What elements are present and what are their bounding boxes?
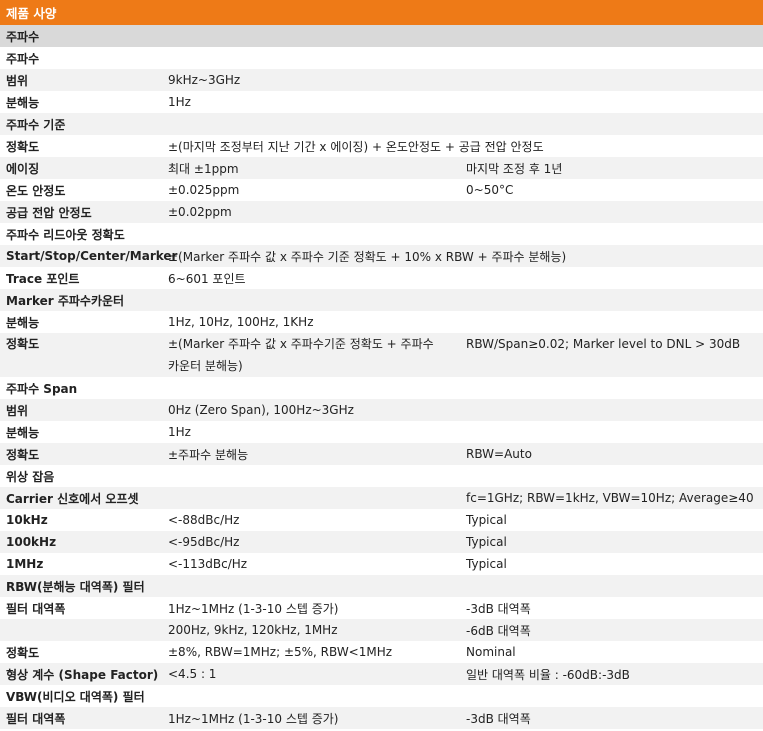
spec-label: 정확도 xyxy=(6,139,40,154)
spec-label: Start/Stop/Center/Marker xyxy=(6,249,178,263)
spec-note: 마지막 조정 후 1년 xyxy=(466,161,563,176)
spec-row: 주파수 기준 xyxy=(0,113,763,135)
spec-value: ±(Marker 주파수 값 x 주파수 기준 정확도 + 10% x RBW … xyxy=(168,249,567,264)
spec-row: 주파수 리드아웃 정확도 xyxy=(0,223,763,245)
spec-row: 분해능 1Hz, 10Hz, 100Hz, 1KHz xyxy=(0,311,763,333)
spec-label: 주파수 Span xyxy=(6,381,78,396)
spec-row: 온도 안정도 ±0.025ppm 0~50°C xyxy=(0,179,763,201)
spec-row: Start/Stop/Center/Marker ±(Marker 주파수 값 x… xyxy=(0,245,763,267)
spec-value: 200Hz, 9kHz, 120kHz, 1MHz xyxy=(168,623,338,637)
spec-row: 200Hz, 9kHz, 120kHz, 1MHz -6dB 대역폭 xyxy=(0,619,763,641)
spec-row: 주파수 Span xyxy=(0,377,763,399)
spec-note: -6dB 대역폭 xyxy=(466,623,531,638)
spec-row: 1MHz <-113dBc/Hz Typical xyxy=(0,553,763,575)
spec-label: 주파수 xyxy=(6,29,40,44)
spec-row: 주파수 xyxy=(0,47,763,69)
spec-row: 위상 잡음 xyxy=(0,465,763,487)
spec-note: Nominal xyxy=(466,645,516,659)
spec-note: Typical xyxy=(466,535,507,549)
spec-row: 100kHz <-95dBc/Hz Typical xyxy=(0,531,763,553)
spec-value: <-113dBc/Hz xyxy=(168,557,248,571)
spec-row: 정확도 ±(마지막 조정부터 지난 기간 x 에이징) + 온도안정도 + 공급 … xyxy=(0,135,763,157)
spec-label: 필터 대역폭 xyxy=(6,711,66,726)
spec-label: Marker 주파수카운터 xyxy=(6,293,125,308)
spec-row: 범위 0Hz (Zero Span), 100Hz~3GHz xyxy=(0,399,763,421)
spec-row: 분해능 1Hz xyxy=(0,421,763,443)
spec-note: RBW=Auto xyxy=(466,447,532,461)
spec-value: <-88dBc/Hz xyxy=(168,513,240,527)
spec-note: 일반 대역폭 비율 : -60dB:-3dB xyxy=(466,667,630,682)
spec-value: <-95dBc/Hz xyxy=(168,535,240,549)
spec-label: 주파수 리드아웃 정확도 xyxy=(6,227,125,242)
spec-label: 위상 잡음 xyxy=(6,469,55,484)
spec-note: RBW/Span≥0.02; Marker level to DNL > 30d… xyxy=(466,337,741,351)
spec-value: 0Hz (Zero Span), 100Hz~3GHz xyxy=(168,403,354,417)
spec-row: RBW(분해능 대역폭) 필터 xyxy=(0,575,763,597)
spec-table: 주파수 주파수 범위 9kHz~3GHz 분해능 1Hz 주파수 기준 정확도 ±(마지막 조정… xyxy=(0,25,763,729)
spec-value: 1Hz, 10Hz, 100Hz, 1KHz xyxy=(168,315,314,329)
spec-value: ±0.025ppm xyxy=(168,183,240,197)
spec-value: 최대 ±1ppm xyxy=(168,161,239,176)
spec-label: 주파수 기준 xyxy=(6,117,66,132)
spec-label: 100kHz xyxy=(6,535,57,549)
spec-label: 정확도 xyxy=(6,645,40,660)
spec-value: ±(Marker 주파수 값 x 주파수기준 정확도 + 주파수 카운터 분해능… xyxy=(168,337,434,373)
spec-value: 1Hz xyxy=(168,95,191,109)
spec-label: 1MHz xyxy=(6,557,44,571)
spec-row: 정확도 ±(Marker 주파수 값 x 주파수기준 정확도 + 주파수 카운터 … xyxy=(0,333,763,377)
spec-label: 분해능 xyxy=(6,95,40,110)
spec-label: 온도 안정도 xyxy=(6,183,66,198)
spec-row: 정확도 ±주파수 분해능 RBW=Auto xyxy=(0,443,763,465)
spec-note: 0~50°C xyxy=(466,183,514,197)
spec-value: 6~601 포인트 xyxy=(168,271,246,286)
spec-value: 1Hz xyxy=(168,425,191,439)
spec-label: 분해능 xyxy=(6,425,40,440)
spec-value: 1Hz~1MHz (1-3-10 스텝 증가) xyxy=(168,711,339,726)
spec-value: 9kHz~3GHz xyxy=(168,73,241,87)
spec-label: 10kHz xyxy=(6,513,48,527)
spec-row: Trace 포인트 6~601 포인트 xyxy=(0,267,763,289)
spec-label: 주파수 xyxy=(6,51,40,66)
spec-note: fc=1GHz; RBW=1kHz, VBW=10Hz; Average≥40 xyxy=(466,491,754,505)
spec-note: Typical xyxy=(466,557,507,571)
spec-value: ±주파수 분해능 xyxy=(168,447,249,462)
spec-note: -3dB 대역폭 xyxy=(466,711,531,726)
spec-row: 범위 9kHz~3GHz xyxy=(0,69,763,91)
spec-label: Carrier 신호에서 오프셋 xyxy=(6,491,139,506)
spec-row: 10kHz <-88dBc/Hz Typical xyxy=(0,509,763,531)
spec-value: ±0.02ppm xyxy=(168,205,232,219)
spec-label: 형상 계수 (Shape Factor) xyxy=(6,667,159,682)
spec-row: VBW(비디오 대역폭) 필터 xyxy=(0,685,763,707)
spec-row: 필터 대역폭 1Hz~1MHz (1-3-10 스텝 증가) -3dB 대역폭 xyxy=(0,707,763,729)
spec-label: 공급 전압 안정도 xyxy=(6,205,92,220)
spec-label: VBW(비디오 대역폭) 필터 xyxy=(6,689,145,704)
spec-value: ±8%, RBW=1MHz; ±5%, RBW<1MHz xyxy=(168,645,393,659)
spec-row: Marker 주파수카운터 xyxy=(0,289,763,311)
spec-row: Carrier 신호에서 오프셋 fc=1GHz; RBW=1kHz, VBW=1… xyxy=(0,487,763,509)
spec-value: 1Hz~1MHz (1-3-10 스텝 증가) xyxy=(168,601,339,616)
spec-label: 정확도 xyxy=(6,337,40,351)
spec-value: ±(마지막 조정부터 지난 기간 x 에이징) + 온도안정도 + 공급 전압 … xyxy=(168,139,544,154)
spec-label: 에이징 xyxy=(6,161,40,176)
spec-row: 분해능 1Hz xyxy=(0,91,763,113)
spec-label: RBW(분해능 대역폭) 필터 xyxy=(6,579,145,594)
spec-value: <4.5 : 1 xyxy=(168,667,217,681)
spec-row: 필터 대역폭 1Hz~1MHz (1-3-10 스텝 증가) -3dB 대역폭 xyxy=(0,597,763,619)
spec-note: -3dB 대역폭 xyxy=(466,601,531,616)
spec-label: Trace 포인트 xyxy=(6,271,80,286)
spec-row: 형상 계수 (Shape Factor) <4.5 : 1 일반 대역폭 비율 : … xyxy=(0,663,763,685)
spec-label: 정확도 xyxy=(6,447,40,462)
spec-label: 분해능 xyxy=(6,315,40,330)
spec-row: 주파수 xyxy=(0,25,763,47)
spec-row: 정확도 ±8%, RBW=1MHz; ±5%, RBW<1MHz Nominal xyxy=(0,641,763,663)
spec-row: 에이징 최대 ±1ppm 마지막 조정 후 1년 xyxy=(0,157,763,179)
spec-label: 필터 대역폭 xyxy=(6,601,66,616)
spec-note: Typical xyxy=(466,513,507,527)
spec-row: 공급 전압 안정도 ±0.02ppm xyxy=(0,201,763,223)
spec-table-title: 제품 사양 xyxy=(0,0,763,25)
spec-label: 범위 xyxy=(6,403,29,418)
spec-label: 범위 xyxy=(6,73,29,88)
